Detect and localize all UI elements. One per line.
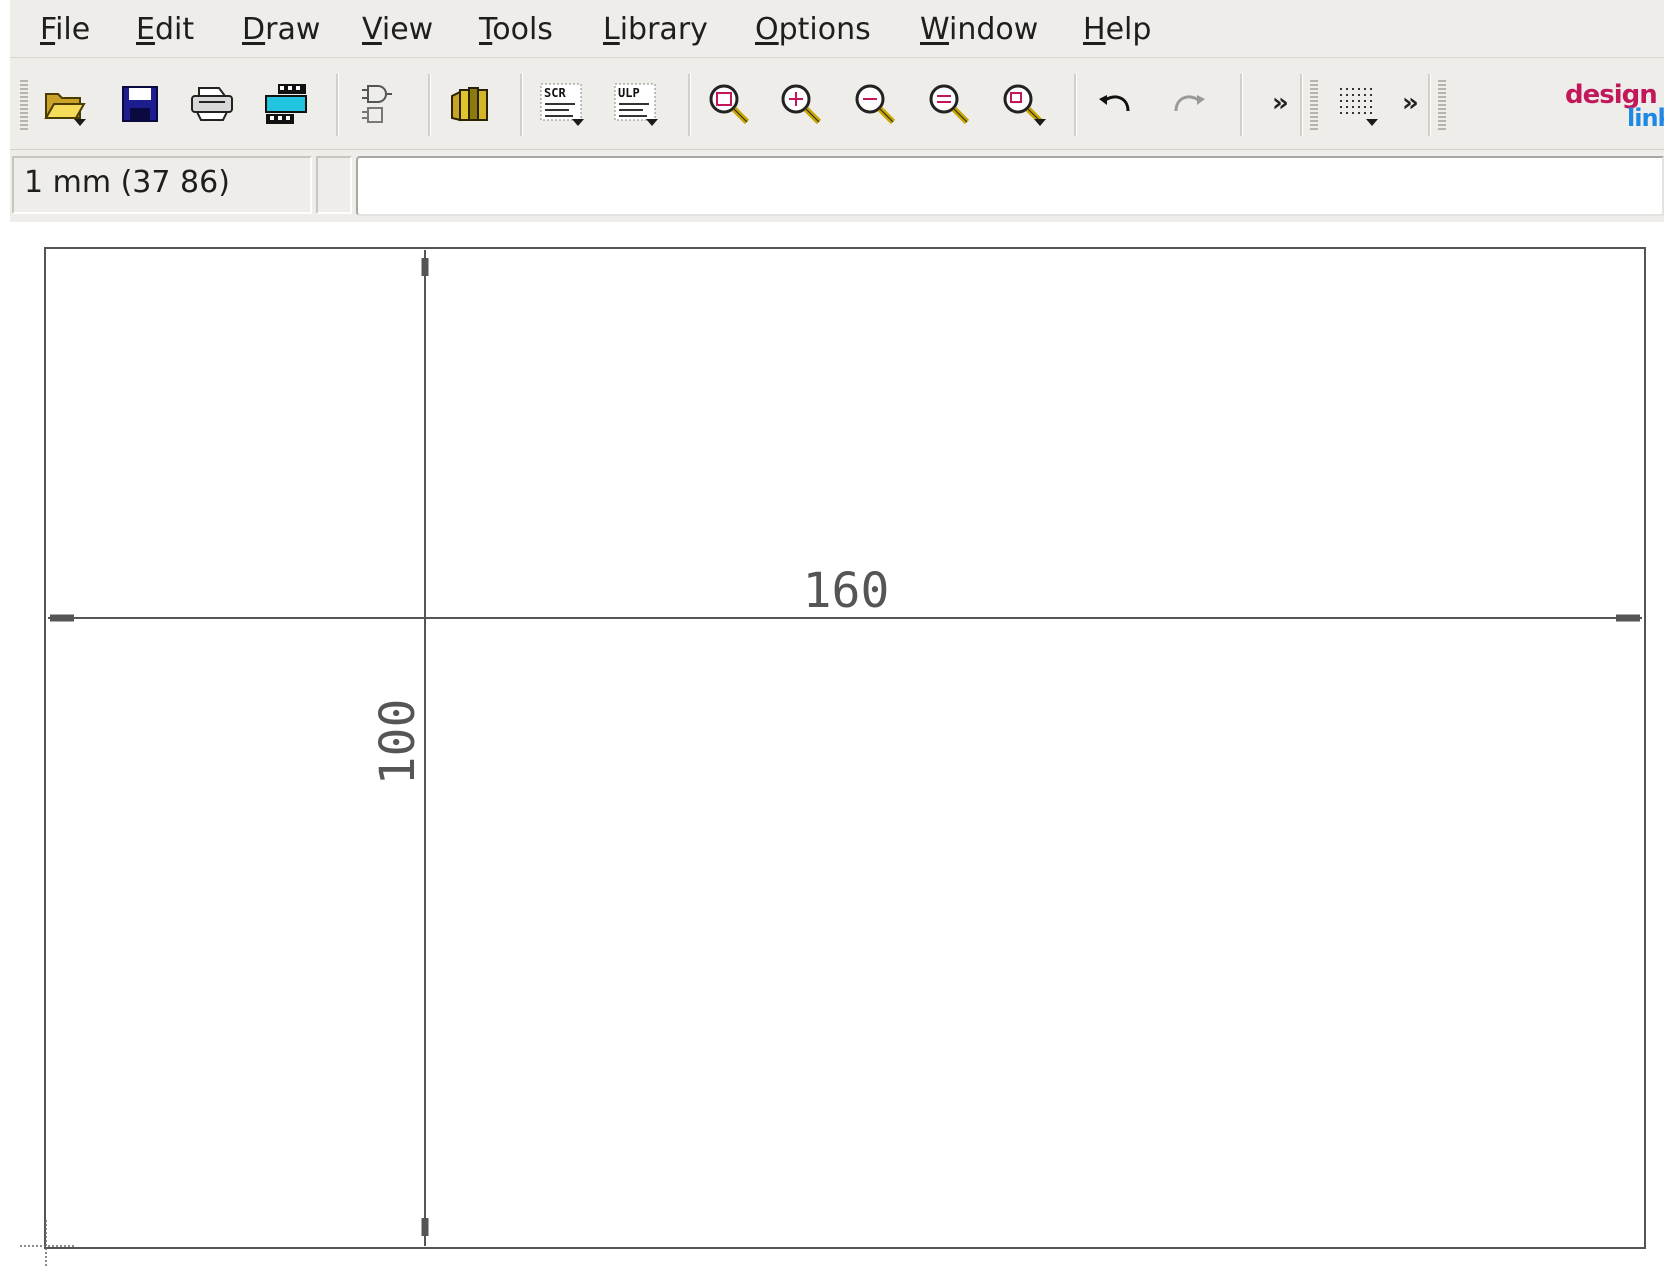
menu-draw-label: raw bbox=[265, 12, 321, 47]
library-books-icon bbox=[451, 87, 488, 122]
command-bar: 1 mm (37 86) bbox=[10, 150, 1664, 222]
toolbar-overflow-button[interactable]: » bbox=[1272, 88, 1289, 118]
menu-tools-label: ools bbox=[492, 12, 553, 47]
toolbar-separator bbox=[1074, 74, 1077, 136]
script-icon-label: SCR bbox=[544, 86, 566, 100]
height-dimension-label[interactable]: 100 bbox=[370, 699, 426, 786]
designlink-logo-bottom: link bbox=[1627, 104, 1664, 132]
menu-help[interactable]: Help bbox=[1083, 10, 1151, 50]
menu-window-label: indow bbox=[949, 12, 1039, 47]
grid-dropdown-arrow bbox=[1366, 119, 1378, 126]
menu-file[interactable]: File bbox=[40, 10, 90, 50]
zoom-out-button[interactable] bbox=[848, 78, 904, 130]
ulp-dropdown-arrow bbox=[646, 119, 658, 126]
menu-help-accel: H bbox=[1083, 12, 1106, 47]
switch-schematic-board-button[interactable] bbox=[348, 78, 404, 130]
toolbar-separator bbox=[520, 74, 523, 136]
cam-processor-icon bbox=[265, 84, 307, 124]
library-button[interactable] bbox=[442, 78, 498, 130]
printer-icon bbox=[191, 87, 233, 121]
open-dropdown-arrow bbox=[74, 119, 86, 126]
toolbar-separator bbox=[1428, 74, 1431, 136]
script-button[interactable]: SCR bbox=[534, 78, 590, 130]
toolbar-separator bbox=[1240, 74, 1243, 136]
menu-help-label: elp bbox=[1105, 12, 1152, 47]
floppy-save-icon bbox=[122, 86, 158, 122]
undo-icon bbox=[1099, 95, 1130, 112]
redo-icon bbox=[1174, 95, 1205, 112]
script-dropdown-arrow bbox=[572, 119, 584, 126]
zoom-fit-icon bbox=[709, 84, 750, 125]
menu-options-accel: O bbox=[755, 12, 779, 47]
menu-view[interactable]: View bbox=[362, 10, 433, 50]
coordinate-display: 1 mm (37 86) bbox=[12, 156, 312, 214]
toolbar-separator bbox=[688, 74, 691, 136]
grid-button[interactable] bbox=[1328, 78, 1384, 130]
menu-options[interactable]: Options bbox=[755, 10, 871, 50]
toolbar-separator bbox=[1300, 74, 1303, 136]
menu-window-accel: W bbox=[920, 12, 950, 47]
main-toolbar: SCR ULP » » design lin bbox=[10, 58, 1664, 150]
toolbar-grip[interactable] bbox=[1310, 80, 1318, 130]
origin-marker bbox=[20, 1220, 74, 1266]
zoom-out-icon bbox=[855, 84, 896, 125]
cam-processor-button[interactable] bbox=[258, 78, 314, 130]
menu-library-label: ibrary bbox=[619, 12, 708, 47]
menu-edit-label: dit bbox=[154, 12, 195, 47]
menu-edit[interactable]: Edit bbox=[136, 10, 194, 50]
menu-options-label: ptions bbox=[778, 12, 871, 47]
toolbar-separator bbox=[428, 74, 431, 136]
menu-draw[interactable]: Draw bbox=[242, 10, 320, 50]
menu-tools[interactable]: Tools bbox=[479, 10, 553, 50]
schematic-board-switch-icon bbox=[362, 85, 392, 123]
print-button[interactable] bbox=[184, 78, 240, 130]
designlink-button[interactable]: design link bbox=[1565, 76, 1664, 136]
undo-button[interactable] bbox=[1088, 78, 1144, 130]
menu-bar: File Edit Draw View Tools Library Option… bbox=[10, 0, 1664, 58]
toolbar-overflow-button-2[interactable]: » bbox=[1402, 88, 1419, 118]
zoom-in-button[interactable] bbox=[774, 78, 830, 130]
menu-window[interactable]: Window bbox=[920, 10, 1038, 50]
menu-edit-accel: E bbox=[136, 12, 155, 47]
menu-view-accel: V bbox=[362, 12, 382, 47]
grid-icon bbox=[1340, 88, 1372, 114]
menu-draw-accel: D bbox=[242, 12, 266, 47]
board-drawing: 160 100 bbox=[20, 247, 1646, 1266]
command-history-button[interactable] bbox=[316, 156, 352, 214]
menu-file-accel: F bbox=[40, 12, 56, 47]
width-dimension-label[interactable]: 160 bbox=[803, 563, 890, 619]
redraw-button[interactable] bbox=[922, 78, 978, 130]
menu-tools-accel: T bbox=[479, 12, 493, 47]
command-input[interactable] bbox=[356, 156, 1664, 216]
menu-library-accel: L bbox=[603, 12, 620, 47]
board-outline[interactable] bbox=[44, 247, 1646, 1249]
ulp-button[interactable]: ULP bbox=[608, 78, 664, 130]
toolbar-separator bbox=[336, 74, 339, 136]
zoom-select-button[interactable] bbox=[996, 78, 1052, 130]
zoom-in-icon bbox=[781, 84, 822, 125]
folder-open-icon bbox=[44, 93, 86, 119]
zoom-select-dropdown-arrow bbox=[1034, 119, 1046, 126]
save-button[interactable] bbox=[112, 78, 168, 130]
redo-button[interactable] bbox=[1160, 78, 1216, 130]
drawing-canvas[interactable]: 160 100 bbox=[0, 222, 1664, 1266]
ulp-icon-label: ULP bbox=[618, 86, 640, 100]
open-button[interactable] bbox=[36, 78, 92, 130]
eagle-editor-window: File Edit Draw View Tools Library Option… bbox=[0, 0, 1664, 1266]
menu-file-label: ile bbox=[55, 12, 91, 47]
toolbar-grip[interactable] bbox=[1438, 80, 1446, 130]
zoom-redraw-icon bbox=[929, 84, 970, 125]
menu-library[interactable]: Library bbox=[603, 10, 708, 50]
toolbar-grip[interactable] bbox=[20, 80, 28, 130]
zoom-fit-button[interactable] bbox=[702, 78, 758, 130]
menu-view-label: iew bbox=[381, 12, 434, 47]
